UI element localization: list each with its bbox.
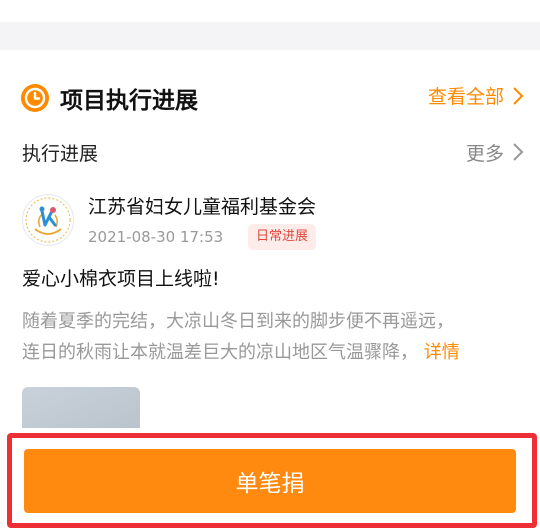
org-name: 江苏省妇女儿童福利基金会 xyxy=(88,196,317,218)
post-body: 随着夏季的完结，大凉山冬日到来的脚步便不再遥远， 连日的秋雨让本就温差巨大的凉山… xyxy=(22,306,522,368)
post-date: 2021-08-30 17:53 xyxy=(88,228,224,246)
previous-card-bottom xyxy=(0,0,540,22)
post-body-line-2-text: 连日的秋雨让本就温差巨大的凉山地区气温骤降， xyxy=(22,342,418,363)
chevron-right-icon xyxy=(513,143,524,161)
chevron-right-icon xyxy=(513,86,524,105)
progress-label: 执行进展 xyxy=(22,142,99,165)
org-row[interactable]: 江苏省妇女儿童福利基金会 2021-08-30 17:53 日常进展 xyxy=(22,190,522,252)
more-label: 更多 xyxy=(465,142,504,165)
detail-link[interactable]: 详情 xyxy=(424,342,460,363)
view-all-label: 查看全部 xyxy=(427,86,504,108)
section-title: 项目执行进展 xyxy=(60,88,198,114)
org-logo xyxy=(22,194,74,246)
section-gap xyxy=(0,22,540,50)
post-body-line-2: 连日的秋雨让本就温差巨大的凉山地区气温骤降， 详情 xyxy=(22,337,522,368)
single-donation-button[interactable]: 单笔捐 xyxy=(24,449,516,513)
clock-icon xyxy=(20,83,50,113)
progress-subheader: 执行进展 更多 xyxy=(22,138,524,166)
view-all-link[interactable]: 查看全部 xyxy=(428,82,524,109)
post-title: 爱心小棉衣项目上线啦! xyxy=(22,268,220,290)
section-header: 项目执行进展 查看全部 xyxy=(20,80,524,116)
post-body-line-1: 随着夏季的完结，大凉山冬日到来的脚步便不再遥远， xyxy=(22,311,454,332)
more-link[interactable]: 更多 xyxy=(466,138,524,166)
post-tag-badge: 日常进展 xyxy=(248,224,317,250)
